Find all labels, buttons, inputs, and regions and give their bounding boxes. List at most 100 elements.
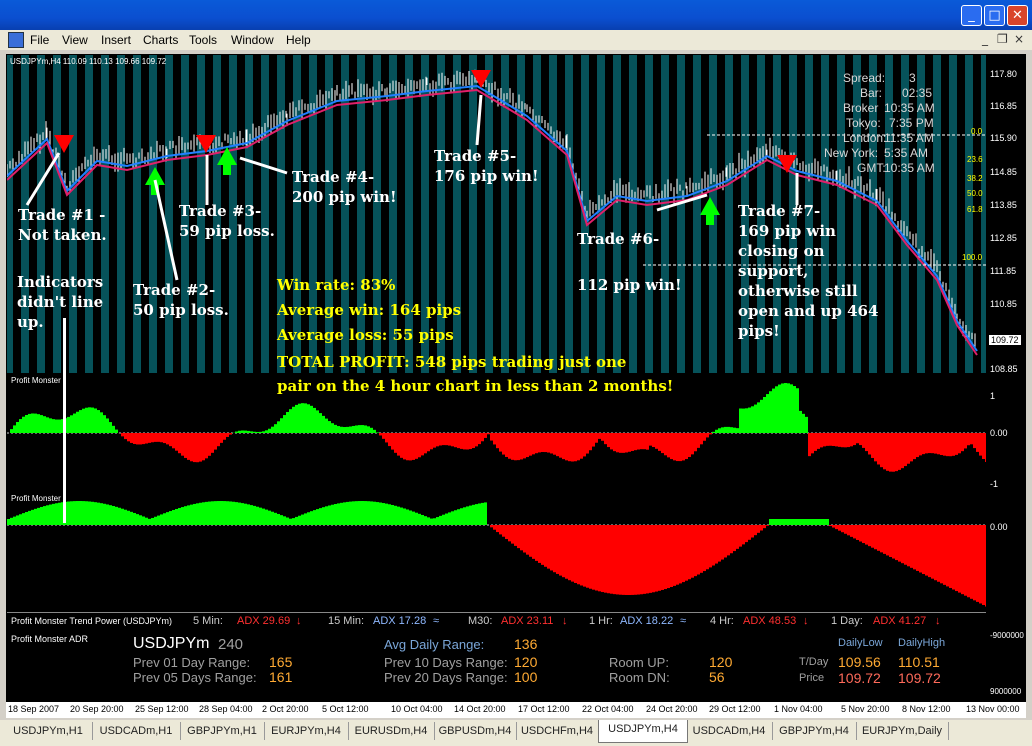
- histogram-bar: [862, 433, 865, 448]
- histogram-bar: [733, 427, 736, 433]
- time-tick: 5 Nov 20:00: [841, 704, 890, 714]
- chart-tab[interactable]: GBPJPYm,H1: [180, 722, 265, 740]
- menu-window[interactable]: Window: [231, 33, 274, 47]
- histogram-bar: [634, 433, 637, 451]
- histogram-bar: [487, 433, 490, 435]
- chart-tab[interactable]: USDJPYm,H4: [598, 720, 688, 743]
- menu-view[interactable]: View: [62, 33, 88, 47]
- histogram-bar: [688, 525, 691, 580]
- histogram-bar: [550, 525, 553, 571]
- histogram-bar: [721, 427, 724, 433]
- histogram-bar: [514, 525, 517, 546]
- histogram-bar: [958, 525, 961, 593]
- histogram-bar: [208, 433, 211, 456]
- chart-tab[interactable]: USDCHFm,H4: [516, 722, 599, 740]
- trade2-line1: Trade #2-: [133, 281, 216, 299]
- chart-tab[interactable]: GBPJPYm,H4: [772, 722, 857, 740]
- histogram-bar: [256, 431, 259, 433]
- histogram-bar: [43, 506, 46, 525]
- menu-insert[interactable]: Insert: [101, 33, 131, 47]
- mdi-minimize-icon[interactable]: _: [982, 32, 988, 46]
- histogram-bar: [265, 430, 268, 433]
- histogram-bar: [742, 525, 745, 545]
- indicators-pointer-line: [63, 318, 66, 523]
- adr-axis-top: -9000000: [990, 631, 1024, 640]
- histogram-bar: [280, 418, 283, 433]
- histogram-bar: [307, 404, 310, 433]
- histogram-bar: [466, 433, 469, 450]
- histogram-bar: [88, 407, 91, 433]
- histogram-bar: [178, 433, 181, 454]
- histogram-bar: [85, 407, 88, 433]
- indicator-pane-2[interactable]: Profit Monster: [7, 493, 986, 610]
- chart-tab[interactable]: EURUSDm,H4: [348, 722, 435, 740]
- chart-tab[interactable]: USDCADm,H4: [686, 722, 773, 740]
- histogram-bar: [379, 502, 382, 525]
- histogram-bar: [277, 513, 280, 525]
- histogram-bar: [853, 433, 856, 446]
- histogram-bar: [754, 404, 757, 433]
- histogram-bar: [82, 501, 85, 525]
- trade7-line3: closing on: [738, 242, 825, 260]
- histogram-bar: [898, 433, 901, 470]
- price-tick: 115.90: [990, 133, 1017, 143]
- histogram-bar: [328, 505, 331, 525]
- histogram-bar: [295, 404, 298, 433]
- menu-help[interactable]: Help: [286, 33, 311, 47]
- menu-tools[interactable]: Tools: [189, 33, 217, 47]
- mdi-restore-icon[interactable]: ❐: [997, 32, 1008, 46]
- maximize-button[interactable]: □: [984, 5, 1005, 26]
- histogram-bar: [490, 433, 493, 441]
- histogram-bar: [136, 514, 139, 525]
- histogram-bar: [946, 433, 949, 457]
- histogram-bar: [100, 412, 103, 433]
- histogram-bar: [865, 525, 868, 545]
- histogram-bar: [412, 511, 415, 525]
- ind2-tick: 0.00: [990, 522, 1008, 532]
- histogram-bar: [520, 525, 523, 551]
- menu-charts[interactable]: Charts: [143, 33, 178, 47]
- price-tick: 114.85: [990, 167, 1017, 177]
- histogram-bar: [856, 525, 859, 540]
- chart-tab[interactable]: USDCADm,H1: [92, 722, 181, 740]
- trade7-line5: otherwise still: [738, 282, 858, 300]
- histogram-bar: [79, 501, 82, 525]
- histogram-bar: [685, 433, 688, 460]
- histogram-bar: [577, 433, 580, 461]
- histogram-bar: [712, 525, 715, 566]
- close-button[interactable]: ✕: [1007, 5, 1028, 26]
- prev20-value: 100: [514, 669, 538, 685]
- mdi-close-icon[interactable]: ×: [1014, 32, 1024, 46]
- chart-tab[interactable]: USDJPYm,H1: [4, 722, 93, 740]
- histogram-bar: [667, 525, 670, 589]
- histogram-bar: [556, 433, 559, 457]
- histogram-bar: [130, 433, 133, 443]
- histogram-bar: [145, 517, 148, 525]
- histogram-bar: [346, 426, 349, 433]
- chart-tab[interactable]: GBPUSDm,H4: [434, 722, 517, 740]
- chart-tab[interactable]: EURJPYm,H4: [264, 722, 349, 740]
- minimize-button[interactable]: _: [961, 5, 982, 26]
- histogram-bar: [718, 525, 721, 562]
- buy-arrow-icon: [217, 147, 237, 175]
- time-tick: 24 Oct 20:00: [646, 704, 698, 714]
- histogram-bar: [529, 433, 532, 456]
- histogram-bar: [343, 427, 346, 433]
- trade5-annotation: Trade #5- 176 pip win!: [434, 146, 539, 186]
- trade7-line1: Trade #7-: [738, 202, 821, 220]
- price-chart[interactable]: USDJPYm,H4 110.09 110.13 109.66 109.72 S…: [7, 55, 986, 373]
- histogram-bar: [940, 433, 943, 456]
- trade4-line1: Trade #4-: [292, 168, 375, 186]
- histogram-bar: [883, 525, 886, 554]
- histogram-bar: [538, 433, 541, 453]
- menu-file[interactable]: File: [30, 33, 49, 47]
- histogram-bar: [541, 433, 544, 453]
- histogram-bar: [613, 525, 616, 595]
- histogram-bar: [472, 504, 475, 525]
- histogram-bar: [235, 431, 238, 433]
- histogram-bar: [505, 525, 508, 540]
- chart-tab[interactable]: EURJPYm,Daily: [856, 722, 949, 740]
- histogram-bar: [562, 433, 565, 460]
- histogram-bar: [397, 506, 400, 525]
- tokyo-label: Tokyo:: [846, 116, 881, 130]
